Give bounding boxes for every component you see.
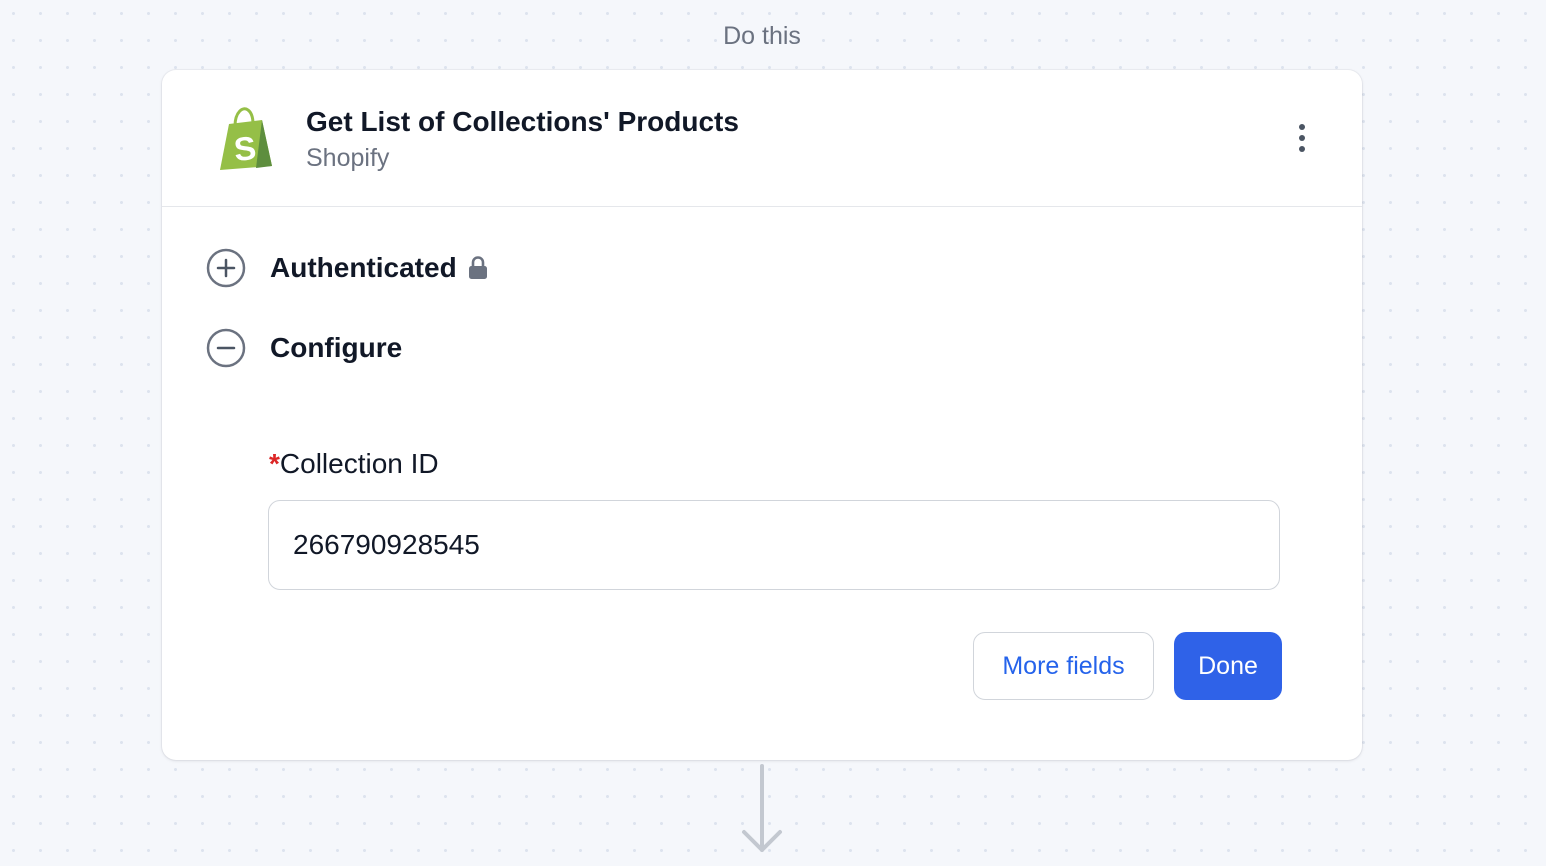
app-name: Shopify bbox=[306, 144, 390, 172]
arrow-down-icon bbox=[742, 764, 782, 852]
svg-text:S: S bbox=[232, 129, 258, 168]
collection-id-label-text: Collection ID bbox=[279, 448, 439, 479]
required-mark: * bbox=[269, 448, 280, 479]
action-title: Get List of Collections' Products bbox=[306, 106, 739, 137]
done-button[interactable]: Done bbox=[1174, 632, 1282, 700]
section-title-authenticated: Authenticated bbox=[270, 252, 457, 283]
more-fields-button[interactable]: More fields bbox=[973, 632, 1154, 700]
section-title-configure: Configure bbox=[270, 332, 403, 363]
lock-icon bbox=[468, 256, 487, 279]
step-label: Do this bbox=[723, 22, 801, 50]
collection-id-input[interactable] bbox=[268, 500, 1280, 590]
collection-id-label: *Collection ID bbox=[269, 448, 439, 480]
shopify-bag-icon: S bbox=[220, 107, 272, 170]
section-configure[interactable]: Configure bbox=[206, 328, 402, 368]
action-step-card: S Get List of Collections' Products Shop… bbox=[162, 70, 1362, 760]
header-text: Get List of Collections' Products Shopif… bbox=[306, 106, 739, 173]
kebab-menu-icon[interactable] bbox=[1286, 120, 1318, 156]
card-header: S Get List of Collections' Products Shop… bbox=[162, 70, 1362, 207]
plus-circle-icon[interactable] bbox=[206, 248, 246, 288]
section-authenticated[interactable]: Authenticated bbox=[206, 248, 489, 288]
minus-circle-icon[interactable] bbox=[206, 328, 246, 368]
